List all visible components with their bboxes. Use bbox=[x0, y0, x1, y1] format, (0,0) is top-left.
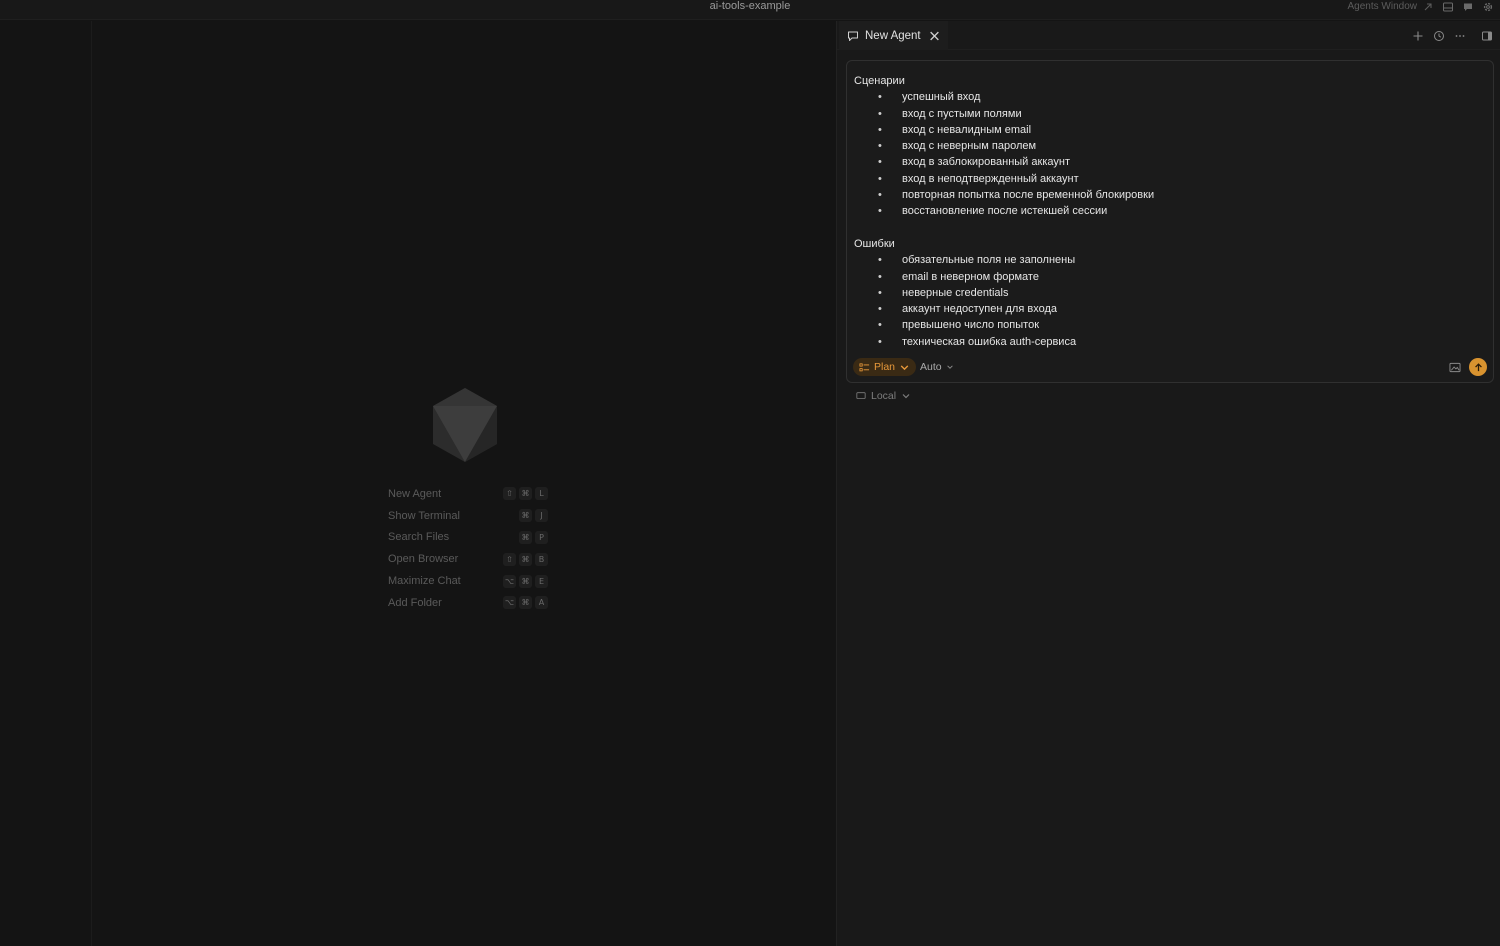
mode-label: Plan bbox=[874, 361, 896, 373]
plan-list-icon bbox=[859, 362, 870, 371]
error-list: обязательные поля не заполнены email в н… bbox=[854, 252, 1485, 350]
toggle-panel-icon[interactable] bbox=[1481, 30, 1493, 42]
list-item: email в неверном формате bbox=[854, 269, 1485, 286]
prompt-toolbar: Plan Auto bbox=[853, 358, 1487, 376]
shortcut-open-browser[interactable]: Open Browser ⇧ ⌘ B bbox=[388, 548, 548, 570]
list-item: восстановление после истекшей сессии bbox=[854, 203, 1485, 220]
agents-window-button[interactable]: Agents Window bbox=[1348, 1, 1434, 13]
shortcut-add-folder[interactable]: Add Folder ⌥ ⌘ A bbox=[388, 592, 548, 614]
send-button[interactable] bbox=[1469, 358, 1487, 376]
key-cmd: ⌘ bbox=[519, 530, 532, 544]
gear-icon[interactable] bbox=[1482, 1, 1494, 13]
list-item: вход в неподтвержденный аккаунт bbox=[854, 171, 1485, 188]
list-item: техническая ошибка auth-сервиса bbox=[854, 334, 1485, 351]
model-label: Auto bbox=[920, 361, 942, 373]
shortcut-list: New Agent ⇧ ⌘ L Show Terminal ⌘ J Search… bbox=[388, 483, 548, 614]
key-letter: B bbox=[535, 552, 548, 566]
chevron-down-icon bbox=[902, 394, 910, 399]
key-shift: ⇧ bbox=[503, 552, 516, 566]
shortcut-search-files[interactable]: Search Files ⌘ P bbox=[388, 527, 548, 549]
key-letter: A bbox=[535, 596, 548, 610]
list-item: неверные credentials bbox=[854, 285, 1485, 302]
arrow-up-icon bbox=[1474, 362, 1482, 371]
list-item: повторная попытка после временной блокир… bbox=[854, 187, 1485, 204]
shortcut-maximize-chat[interactable]: Maximize Chat ⌥ ⌘ E bbox=[388, 570, 548, 592]
list-item: вход в заблокированный аккаунт bbox=[854, 154, 1485, 171]
agent-panel: New Agent Сценарии успешный вход bbox=[836, 21, 1500, 946]
shortcut-show-terminal[interactable]: Show Terminal ⌘ J bbox=[388, 505, 548, 527]
scenario-list: успешный вход вход с пустыми полями вход… bbox=[854, 89, 1485, 220]
history-icon[interactable] bbox=[1433, 30, 1445, 42]
key-cmd: ⌘ bbox=[519, 552, 532, 566]
mode-selector-button[interactable]: Plan bbox=[853, 358, 917, 376]
list-item: превышено число попыток bbox=[854, 317, 1485, 334]
title-bar: ai-tools-example Agents Window bbox=[0, 0, 1500, 20]
sidebar bbox=[0, 21, 92, 946]
plus-icon[interactable] bbox=[1412, 30, 1424, 42]
section-title-errors: Ошибки bbox=[854, 237, 895, 250]
chevron-down-icon bbox=[946, 365, 953, 369]
key-letter: P bbox=[535, 530, 548, 544]
key-cmd: ⌘ bbox=[519, 574, 532, 588]
chat-icon[interactable] bbox=[1462, 1, 1474, 13]
tab-actions bbox=[1412, 21, 1493, 50]
list-item: вход с пустыми полями bbox=[854, 106, 1485, 123]
environment-label: Local bbox=[871, 390, 897, 402]
window-title: ai-tools-example bbox=[709, 0, 791, 12]
model-selector-button[interactable]: Auto bbox=[920, 358, 954, 376]
panel-layout-icon[interactable] bbox=[1442, 1, 1454, 13]
agent-tab-bar: New Agent bbox=[837, 21, 1500, 50]
list-item: вход с неверным паролем bbox=[854, 138, 1485, 155]
more-icon[interactable] bbox=[1454, 30, 1466, 42]
tab-label: New Agent bbox=[865, 29, 921, 42]
image-attach-icon[interactable] bbox=[1448, 361, 1461, 373]
list-item: успешный вход bbox=[854, 89, 1485, 106]
environment-selector[interactable]: Local bbox=[856, 389, 911, 403]
key-letter: J bbox=[535, 509, 548, 523]
key-cmd: ⌘ bbox=[519, 509, 532, 523]
chevron-down-icon bbox=[900, 364, 909, 370]
key-letter: E bbox=[535, 574, 548, 588]
tab-new-agent[interactable]: New Agent bbox=[839, 21, 948, 50]
key-cmd: ⌘ bbox=[519, 596, 532, 610]
prompt-input[interactable]: Сценарии успешный вход вход с пустыми по… bbox=[846, 60, 1494, 383]
external-link-icon bbox=[1422, 1, 1434, 13]
list-item: обязательные поля не заполнены bbox=[854, 252, 1485, 269]
key-cmd: ⌘ bbox=[519, 487, 532, 501]
key-option: ⌥ bbox=[503, 596, 516, 610]
key-shift: ⇧ bbox=[503, 487, 516, 501]
editor-area: New Agent ⇧ ⌘ L Show Terminal ⌘ J Search… bbox=[93, 21, 836, 946]
close-icon[interactable] bbox=[929, 30, 940, 41]
monitor-icon bbox=[856, 392, 866, 399]
list-item: аккаунт недоступен для входа bbox=[854, 301, 1485, 318]
agents-window-label: Agents Window bbox=[1347, 1, 1417, 12]
list-item: вход с невалидным email bbox=[854, 122, 1485, 139]
key-option: ⌥ bbox=[503, 574, 516, 588]
title-bar-actions: Agents Window bbox=[1348, 0, 1494, 13]
chat-bubble-icon bbox=[848, 31, 858, 41]
section-title-scenarios: Сценарии bbox=[854, 75, 905, 87]
app-logo-icon bbox=[431, 386, 499, 464]
shortcut-new-agent[interactable]: New Agent ⇧ ⌘ L bbox=[388, 483, 548, 505]
key-letter: L bbox=[535, 487, 548, 501]
prompt-text[interactable]: Сценарии успешный вход вход с пустыми по… bbox=[854, 73, 1485, 350]
